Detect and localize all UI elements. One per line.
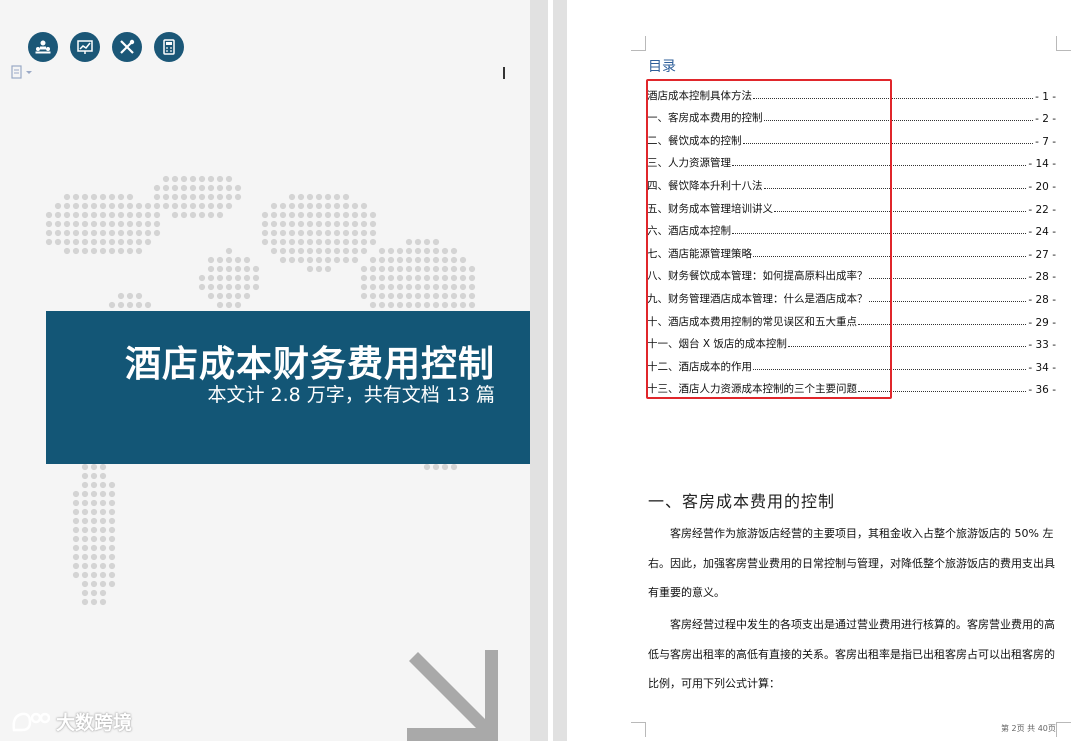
toc-page-number: - 7 - (1035, 135, 1056, 148)
margin-corner-top-right (1056, 36, 1071, 51)
toc-page-number: - 33 - (1028, 339, 1056, 352)
watermark-text: 大数跨境 (56, 712, 133, 734)
watermark: 大数跨境 (10, 708, 132, 735)
toc-page-number: - 1 - (1035, 90, 1056, 103)
tools-icon (112, 32, 142, 62)
toc-page-number: - 2 - (1035, 113, 1056, 126)
paragraph-text: 客房经营过程中发生的各项支出是通过营业费用进行核算的。客房营业费用的高低与客房出… (648, 618, 1055, 690)
toc-page-number: - 27 - (1028, 248, 1056, 261)
paragraph-text: 客房经营作为旅游饭店经营的主要项目，其租金收入占整个旅游饭店的 50% 左右。因… (648, 527, 1055, 599)
text-cursor (503, 67, 505, 79)
toc-page-number: - 29 - (1028, 316, 1056, 329)
section-paragraph: 客房经营过程中发生的各项支出是通过营业费用进行核算的。客房营业费用的高低与客房出… (648, 610, 1060, 699)
margin-corner-top-left (631, 36, 646, 51)
toc-leader (868, 300, 1027, 302)
toc-page-number: - 28 - (1028, 293, 1056, 306)
toc-title: 目录 (648, 59, 676, 75)
chart-board-icon (70, 32, 100, 62)
watermark-logo-icon (12, 712, 50, 731)
toc-page-number: - 22 - (1028, 203, 1056, 216)
margin-corner-bottom-left (631, 722, 646, 737)
cover-icon-row (28, 32, 184, 62)
page-indicator: 第 2页 共 40页 (1001, 724, 1056, 733)
toc-leader (868, 278, 1027, 280)
team-icon (28, 32, 58, 62)
page-edge (548, 0, 553, 741)
margin-corner-bottom-right (1056, 722, 1071, 737)
toc-page-number: - 24 - (1028, 226, 1056, 239)
calculator-icon (154, 32, 184, 62)
document-menu-icon[interactable] (11, 65, 35, 79)
cover-subtitle: 本文计 2.8 万字，共有文档 13 篇 (207, 384, 495, 406)
arrow-down-right-icon (407, 650, 498, 741)
toc-page-number: - 20 - (1028, 180, 1056, 193)
cover-banner: 酒店成本财务费用控制 本文计 2.8 万字，共有文档 13 篇 (46, 311, 530, 464)
toc-page-number: - 34 - (1028, 361, 1056, 374)
toc-highlight-box (646, 79, 892, 399)
cover-page: 酒店成本财务费用控制 本文计 2.8 万字，共有文档 13 篇 大数跨境 (0, 0, 530, 741)
toc-page-number: - 28 - (1028, 271, 1056, 284)
section-paragraph: 客房经营作为旅游饭店经营的主要项目，其租金收入占整个旅游饭店的 50% 左右。因… (648, 519, 1060, 608)
toc-page-number: - 36 - (1028, 384, 1056, 397)
section-heading: 一、客房成本费用的控制 (648, 492, 836, 511)
toc-page-number: - 14 - (1028, 158, 1056, 171)
document-page: 目录 酒店成本控制具体方法 - 1 - 一、客房成本费用的控制 - 2 - 二、餐饮… (567, 0, 1080, 741)
